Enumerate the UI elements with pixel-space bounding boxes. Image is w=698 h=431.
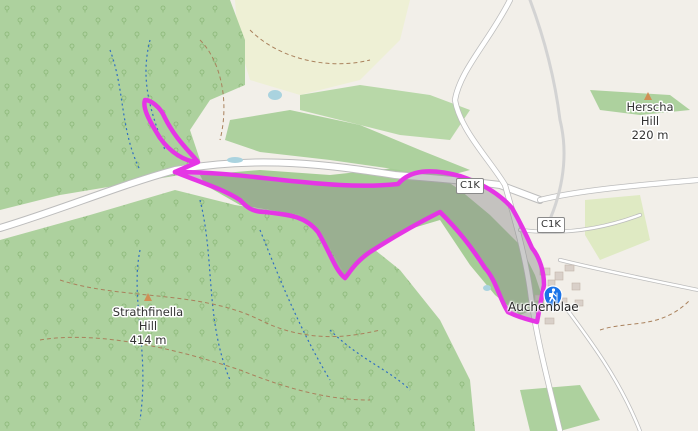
map-layer: Herscha Hill 220 m Strathfinella Hill 41… — [0, 0, 698, 431]
strathfinella-hill-elevation: 414 m — [130, 333, 167, 347]
road-ref-shield: C1K — [456, 178, 484, 194]
strathfinella-hill-suffix: Hill — [139, 319, 157, 333]
herscha-hill-elevation: 220 m — [632, 128, 669, 142]
strathfinella-hill-name: Strathfinella — [113, 305, 183, 319]
road-ref-label: C1K — [541, 219, 561, 230]
village-label: Auchenblae — [508, 300, 579, 314]
map-canvas[interactable]: Herscha Hill 220 m Strathfinella Hill 41… — [0, 0, 698, 431]
herscha-hill-name: Herscha — [626, 100, 673, 114]
village-name: Auchenblae — [508, 300, 579, 314]
road-ref-shield: C1K — [537, 217, 565, 233]
herscha-hill-suffix: Hill — [641, 114, 659, 128]
road-ref-label: C1K — [460, 180, 480, 191]
